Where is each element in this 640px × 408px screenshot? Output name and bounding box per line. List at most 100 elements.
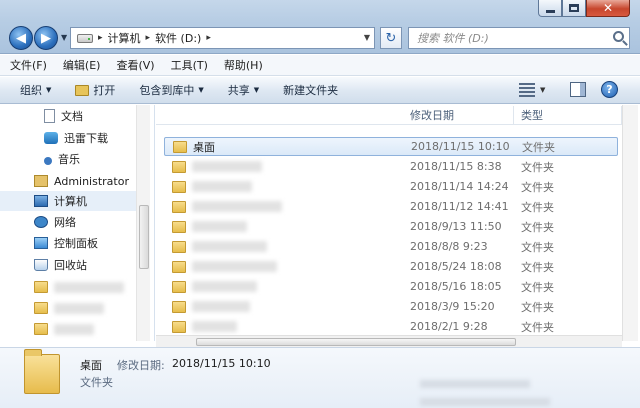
refresh-button[interactable]: ↻: [380, 27, 402, 49]
file-row[interactable]: 桌面 2018/11/15 10:10 文件夹: [164, 137, 618, 156]
menu-file[interactable]: 文件(F): [10, 57, 47, 73]
breadcrumb-separator-icon[interactable]: ▸: [146, 33, 151, 43]
address-history-dropdown-icon[interactable]: ▼: [364, 33, 370, 42]
recent-pages-dropdown-icon[interactable]: ▼: [61, 33, 67, 42]
menu-tools[interactable]: 工具(T): [171, 57, 208, 73]
nav-item-label: 回收站: [54, 259, 87, 272]
horizontal-scrollbar[interactable]: [156, 335, 622, 347]
new-folder-button[interactable]: 新建文件夹: [283, 82, 338, 98]
address-bar[interactable]: ▸ 计算机 ▸ 软件 (D:) ▸ ▼: [70, 27, 375, 49]
file-date: 2018/11/14 14:24: [410, 180, 509, 193]
close-icon: ✕: [602, 1, 614, 15]
organize-button[interactable]: 组织 ▼: [20, 82, 51, 98]
maximize-icon: [569, 4, 579, 12]
column-header-type[interactable]: 类型: [515, 106, 622, 124]
menu-view[interactable]: 查看(V): [116, 57, 154, 73]
nav-item-control-panel[interactable]: 控制面板: [34, 233, 98, 253]
redacted-name: [192, 201, 282, 212]
download-icon: [44, 132, 58, 144]
nav-item-documents[interactable]: 文档: [44, 106, 83, 126]
recycle-bin-icon: [34, 259, 48, 271]
file-date: 2018/5/24 18:08: [410, 260, 502, 273]
nav-item-label: Administrator: [54, 174, 129, 188]
open-button[interactable]: 打开: [75, 82, 115, 98]
navigation-pane-scrollbar[interactable]: [136, 105, 150, 341]
nav-item-recycle-bin[interactable]: 回收站: [34, 255, 87, 275]
breadcrumb-separator-icon[interactable]: ▸: [98, 33, 103, 43]
search-input[interactable]: 搜索 软件 (D:): [408, 27, 630, 49]
file-row[interactable]: 2018/5/24 18:08 文件夹: [164, 257, 618, 276]
file-type: 文件夹: [521, 160, 554, 174]
include-label: 包含到库中: [139, 84, 195, 97]
file-row[interactable]: 2018/3/9 15:20 文件夹: [164, 297, 618, 316]
back-button[interactable]: ◀: [9, 26, 33, 50]
file-type: 文件夹: [521, 320, 554, 334]
folder-icon: [172, 180, 186, 193]
column-header-label: 修改日期: [410, 109, 454, 122]
file-row[interactable]: 2018/5/16 18:05 文件夹: [164, 277, 618, 296]
column-header-modified[interactable]: 修改日期: [404, 106, 514, 124]
breadcrumb-computer[interactable]: 计算机: [108, 30, 141, 46]
nav-item-network[interactable]: 网络: [34, 212, 76, 232]
back-arrow-icon: ◀: [16, 30, 26, 46]
redacted-name: [192, 241, 267, 252]
redacted-label: [54, 323, 94, 335]
folder-icon: [172, 320, 186, 333]
drive-icon: [77, 33, 93, 43]
menu-bar: 文件(F) 编辑(E) 查看(V) 工具(T) 帮助(H): [0, 55, 640, 76]
breadcrumb-drive-d[interactable]: 软件 (D:): [155, 30, 201, 46]
nav-item-computer[interactable]: 计算机: [0, 191, 136, 211]
redacted-label: [54, 302, 104, 314]
scrollbar-thumb[interactable]: [196, 338, 516, 346]
close-button[interactable]: ✕: [586, 0, 630, 17]
search-icon[interactable]: [613, 31, 624, 42]
breadcrumb-separator-icon[interactable]: ▸: [206, 33, 211, 43]
file-type: 文件夹: [521, 200, 554, 214]
minimize-button[interactable]: [538, 0, 562, 17]
include-in-library-button[interactable]: 包含到库中 ▼: [139, 82, 203, 98]
file-date: 2018/8/8 9:23: [410, 240, 488, 253]
file-date: 2018/11/15 8:38: [410, 160, 502, 173]
nav-item-folder[interactable]: [34, 298, 104, 318]
folder-icon: [24, 349, 60, 394]
folder-icon: [172, 160, 186, 173]
file-row[interactable]: 2018/11/14 14:24 文件夹: [164, 177, 618, 196]
file-list-scrollbar[interactable]: [622, 105, 638, 341]
menu-help[interactable]: 帮助(H): [224, 57, 263, 73]
file-date: 2018/5/16 18:05: [410, 280, 502, 293]
details-modified-label: 修改日期:: [117, 359, 165, 372]
chevron-down-icon[interactable]: ▼: [540, 86, 545, 94]
details-modified-value: 2018/11/15 10:10: [172, 357, 271, 370]
share-button[interactable]: 共享 ▼: [228, 82, 259, 98]
redacted-name: [192, 281, 257, 292]
preview-pane-icon[interactable]: [570, 82, 586, 97]
open-folder-icon: [75, 84, 90, 96]
forward-button[interactable]: ▶: [34, 26, 58, 50]
view-options-icon[interactable]: [519, 83, 535, 97]
file-date: 2018/2/1 9:28: [410, 320, 488, 333]
forward-arrow-icon: ▶: [41, 30, 51, 46]
nav-item-music[interactable]: 音乐: [44, 149, 80, 169]
maximize-button[interactable]: [562, 0, 586, 17]
redacted-name: [192, 321, 237, 332]
nav-item-folder[interactable]: [34, 277, 124, 297]
nav-item-folder[interactable]: [34, 319, 94, 339]
file-row[interactable]: 2018/2/1 9:28 文件夹: [164, 317, 618, 336]
file-row[interactable]: 2018/11/12 14:41 文件夹: [164, 197, 618, 216]
details-name: 桌面: [80, 359, 102, 372]
file-type: 文件夹: [521, 280, 554, 294]
file-row[interactable]: 2018/9/13 11:50 文件夹: [164, 217, 618, 236]
details-type: 文件夹: [80, 376, 113, 389]
help-icon[interactable]: ?: [601, 81, 618, 98]
folder-icon: [34, 323, 48, 335]
nav-item-label: 网络: [54, 216, 76, 229]
minimize-icon: [545, 9, 555, 13]
scrollbar-thumb[interactable]: [139, 205, 149, 269]
folder-icon: [172, 200, 186, 213]
nav-item-administrator[interactable]: Administrator: [34, 171, 129, 191]
search-placeholder: 搜索 软件 (D:): [417, 32, 489, 45]
nav-item-xunlei-downloads[interactable]: 迅雷下载: [44, 128, 108, 148]
file-row[interactable]: 2018/11/15 8:38 文件夹: [164, 157, 618, 176]
file-row[interactable]: 2018/8/8 9:23 文件夹: [164, 237, 618, 256]
menu-edit[interactable]: 编辑(E): [63, 57, 101, 73]
